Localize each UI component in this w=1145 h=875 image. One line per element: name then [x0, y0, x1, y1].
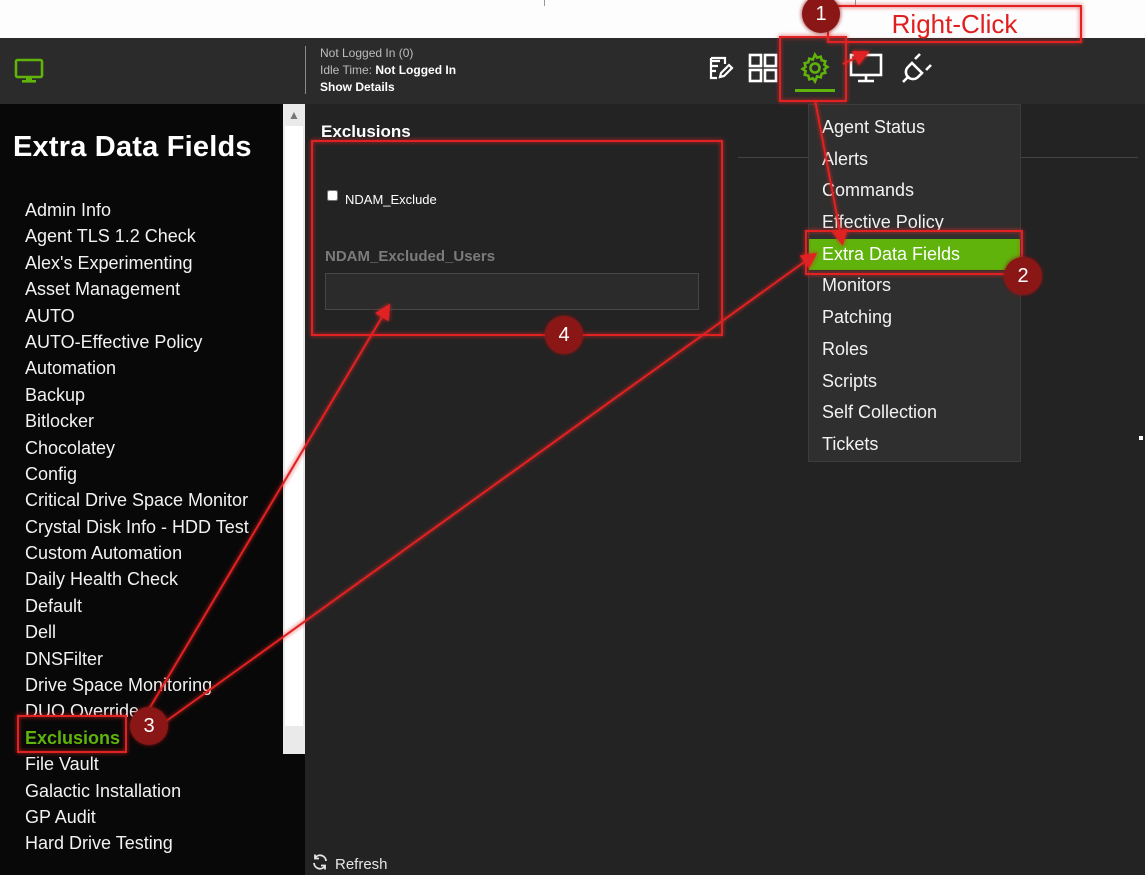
session-info: Not Logged In (0) Idle Time: Not Logged … [320, 45, 456, 96]
monitor-icon[interactable] [14, 58, 44, 89]
sidebar-item[interactable]: AUTO-Effective Policy [0, 329, 283, 355]
sidebar-item[interactable]: AUTO [0, 303, 283, 329]
page-title: Exclusions [321, 122, 411, 141]
app-header: Not Logged In (0) Idle Time: Not Logged … [0, 38, 1145, 104]
sidebar-item[interactable]: Asset Management [0, 276, 283, 302]
menu-item-effective-policy[interactable]: Effective Policy [809, 207, 1020, 239]
menu-item-alerts[interactable]: Alerts [809, 144, 1020, 176]
sidebar-item-exclusions[interactable]: Exclusions [0, 725, 283, 751]
menu-item-self-collection[interactable]: Self Collection [809, 397, 1020, 429]
excluded-users-input[interactable] [325, 273, 699, 310]
header-divider [305, 46, 306, 94]
sidebar-item[interactable]: Agent TLS 1.2 Check [0, 223, 283, 249]
edge-marker [1139, 436, 1143, 440]
edit-note-icon[interactable] [702, 50, 738, 86]
sidebar-item[interactable]: Hard Drive Testing [0, 830, 283, 856]
sidebar-item[interactable]: Config [0, 461, 283, 487]
sidebar-item[interactable]: Bitlocker [0, 408, 283, 434]
idle-time: Idle Time: Not Logged In [320, 62, 456, 79]
sidebar-item[interactable]: Critical Drive Space Monitor [0, 487, 283, 513]
ndam-exclude-label: NDAM_Exclude [345, 192, 437, 207]
menu-item-patching[interactable]: Patching [809, 302, 1020, 334]
sidebar-item[interactable]: Alex's Experimenting [0, 250, 283, 276]
sidebar-item[interactable]: Default [0, 593, 283, 619]
ndam-exclude-checkbox[interactable] [327, 190, 338, 201]
sidebar-item[interactable]: Daily Health Check [0, 566, 283, 592]
sidebar-item[interactable]: Galactic Installation [0, 778, 283, 804]
gear-icon[interactable] [797, 50, 833, 86]
menu-item-tickets[interactable]: Tickets [809, 429, 1020, 461]
sidebar-item[interactable]: Backup [0, 382, 283, 408]
refresh-icon [311, 853, 329, 875]
sidebar-item[interactable]: Crystal Disk Info - HDD Test [0, 514, 283, 540]
badge-4-number: 4 [558, 324, 570, 346]
plug-icon[interactable] [899, 50, 935, 86]
menu-item-scripts[interactable]: Scripts [809, 366, 1020, 398]
scroll-up-icon[interactable]: ▲ [283, 104, 305, 126]
menu-item-extra-data-fields[interactable]: Extra Data Fields [809, 238, 1020, 271]
menu-item-roles[interactable]: Roles [809, 334, 1020, 366]
sidebar-item[interactable]: GP Audit [0, 804, 283, 830]
excluded-users-label: NDAM_Excluded_Users [325, 248, 496, 265]
menu-item-monitors[interactable]: Monitors [809, 270, 1020, 302]
sidebar-item[interactable]: DUO Override [0, 698, 283, 724]
sidebar-item[interactable]: Admin Info [0, 203, 283, 223]
sidebar-item[interactable]: Dell [0, 619, 283, 645]
grid-icon[interactable] [745, 50, 781, 86]
top-strip-divider [544, 0, 545, 6]
menu-item-agent-status[interactable]: Agent Status [809, 112, 1020, 144]
sidebar-item[interactable]: DNSFilter [0, 646, 283, 672]
sidebar-item[interactable]: Drive Space Monitoring [0, 672, 283, 698]
desktop-icon[interactable] [848, 50, 884, 86]
context-menu: Agent Status Alerts Commands Effective P… [808, 104, 1021, 462]
sidebar-item[interactable]: Automation [0, 355, 283, 381]
sidebar-list: Admin Info Agent TLS 1.2 Check Alex's Ex… [0, 203, 283, 856]
logged-in-status: Not Logged In (0) [320, 46, 414, 60]
refresh-button[interactable]: Refresh [311, 853, 388, 875]
badge-4 [545, 316, 583, 354]
active-tab-underline [795, 89, 835, 92]
sidebar: Extra Data Fields Admin Info Agent TLS 1… [0, 104, 305, 875]
show-details-link[interactable]: Show Details [320, 79, 456, 96]
refresh-label: Refresh [335, 855, 388, 873]
sidebar-item[interactable]: File Vault [0, 751, 283, 777]
idle-time-label: Idle Time: [320, 63, 373, 77]
menu-item-commands[interactable]: Commands [809, 175, 1020, 207]
right-click-label: Right-Click [891, 9, 1018, 39]
sidebar-item[interactable]: Custom Automation [0, 540, 283, 566]
idle-time-value: Not Logged In [375, 63, 457, 77]
sidebar-scroll-thumb[interactable] [285, 126, 303, 726]
sidebar-item[interactable]: Chocolatey [0, 435, 283, 461]
sidebar-title: Extra Data Fields [13, 131, 252, 163]
